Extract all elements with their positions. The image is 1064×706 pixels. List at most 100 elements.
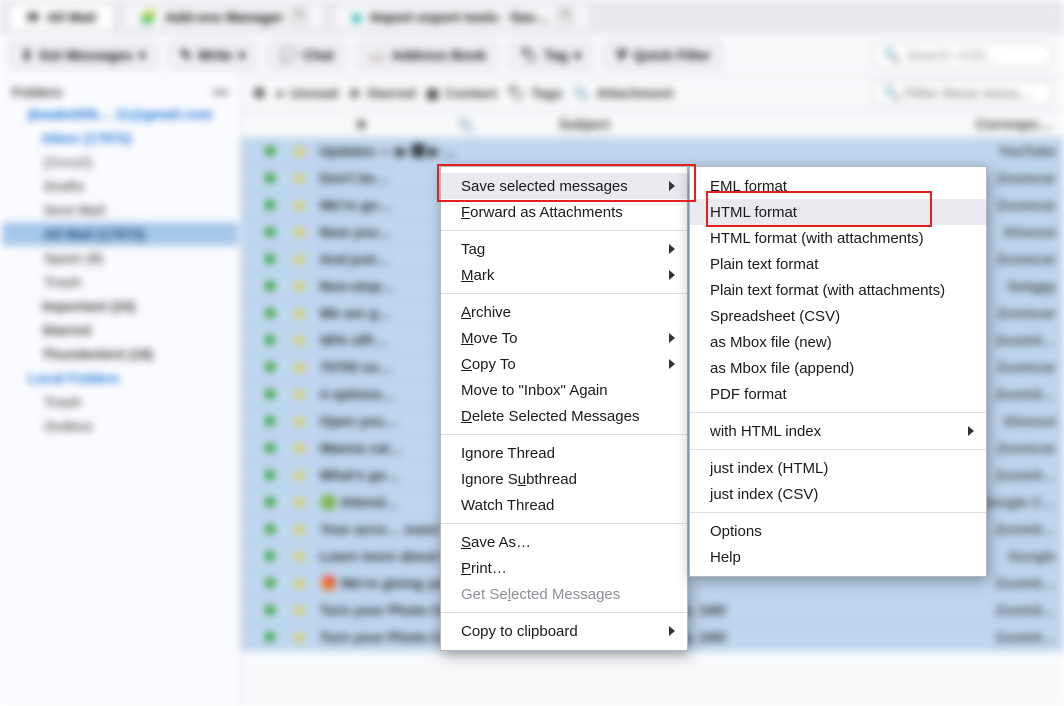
sidebar-inbox[interactable]: Inbox (17972) <box>2 126 238 150</box>
menu-print[interactable]: Print… <box>441 555 687 581</box>
sidebar-drafts[interactable]: Drafts <box>2 174 238 198</box>
diamond-icon: ◆ <box>351 9 362 26</box>
download-icon: ⬇ <box>21 47 33 64</box>
menu-watch-thread[interactable]: Watch Thread <box>441 492 687 518</box>
tab-label: All Mail <box>47 9 96 25</box>
sidebar-outbox[interactable]: Outbox <box>2 414 238 438</box>
filter-unread[interactable]: ● Unread <box>276 85 339 101</box>
chevron-right-icon <box>667 181 677 191</box>
sidebar-local-trash[interactable]: Trash <box>2 390 238 414</box>
filter-icon[interactable]: ⚙ <box>253 85 266 102</box>
menu-copy-clipboard[interactable]: Copy to clipboard <box>441 618 687 644</box>
submenu-html[interactable]: HTML format <box>690 199 986 225</box>
get-messages-button[interactable]: ⬇ Get Messages ▾ <box>10 42 157 69</box>
book-icon: 📖 <box>368 47 385 64</box>
chat-button[interactable]: 💬 Chat <box>268 42 345 69</box>
chevron-down-icon: ▾ <box>139 47 146 64</box>
submenu-help[interactable]: Help <box>690 544 986 570</box>
filter-attachment[interactable]: 📎 Attachment <box>573 85 673 102</box>
submenu-mbox-append[interactable]: as Mbox file (append) <box>690 355 986 381</box>
tab-label: Add-ons Manager <box>165 9 283 25</box>
menu-copy-to[interactable]: Copy To <box>441 351 687 377</box>
tab-label: Import export tools · Sav… <box>370 9 549 25</box>
column-headers: ★📎 Subject Correspo… <box>241 111 1064 138</box>
sidebar-starred[interactable]: Starred <box>2 318 238 342</box>
label: Chat <box>303 47 334 63</box>
sidebar-trash[interactable]: Trash <box>2 270 238 294</box>
filter-input[interactable]: 🔍 Filter these mess… <box>874 81 1052 105</box>
filter-tags[interactable]: 🏷 Tags <box>507 85 562 102</box>
label: Address Book <box>391 47 486 63</box>
col-category[interactable]: Correspo… <box>976 116 1052 132</box>
quick-filter-button[interactable]: ⧩ Quick Filter <box>604 42 722 69</box>
submenu-plain-text[interactable]: Plain text format <box>690 251 986 277</box>
close-icon[interactable]: × <box>557 9 573 25</box>
label: Get Messages <box>39 47 133 63</box>
menu-get-selected: Get Selected Messages <box>441 581 687 607</box>
submenu-just-index-csv[interactable]: just index (CSV) <box>690 481 986 507</box>
menu-tag[interactable]: Tag <box>441 236 687 262</box>
tab-all-mail[interactable]: ✉ All Mail <box>8 3 115 31</box>
tab-import-export[interactable]: ◆ Import export tools · Sav… × <box>332 3 592 31</box>
close-icon[interactable]: × <box>291 9 307 25</box>
puzzle-icon: 🧩 <box>140 9 157 26</box>
sidebar-thunderbird[interactable]: Thunderbird (18) <box>2 342 238 366</box>
table-row[interactable]: ★Updates — ▶ 🅾 ▶ ...YouTube <box>241 138 1064 165</box>
col-subject[interactable]: Subject <box>559 116 610 132</box>
menu-move-to[interactable]: Move To <box>441 325 687 351</box>
submenu-options[interactable]: Options <box>690 518 986 544</box>
search-icon: 🔍 <box>883 47 900 64</box>
menu-forward-attachments[interactable]: Forward as Attachments <box>441 199 687 225</box>
context-menu: Save selected messages Forward as Attach… <box>440 166 688 651</box>
filter-contact[interactable]: ▣ Contact <box>426 85 497 102</box>
save-format-submenu: EML format HTML format HTML format (with… <box>689 166 987 577</box>
submenu-plain-text-attachments[interactable]: Plain text format (with attachments) <box>690 277 986 303</box>
menu-delete-selected[interactable]: Delete Selected Messages <box>441 403 687 429</box>
filter-starred[interactable]: ★ Starred <box>348 85 416 102</box>
sidebar-all-mail[interactable]: All Mail (17972) <box>2 222 238 246</box>
placeholder: Search <Ctrl… <box>906 47 998 63</box>
address-book-button[interactable]: 📖 Address Book <box>357 42 497 69</box>
chevron-right-icon <box>667 270 677 280</box>
menu-save-as[interactable]: Save As… <box>441 529 687 555</box>
main-toolbar: ⬇ Get Messages ▾ ✎ Write ▾ 💬 Chat 📖 Addr… <box>0 34 1064 77</box>
tag-button[interactable]: 🏷 Tag ▾ <box>509 42 592 69</box>
sidebar-account[interactable]: jkwake009… 11@gmail.com <box>2 102 238 126</box>
submenu-csv[interactable]: Spreadsheet (CSV) <box>690 303 986 329</box>
tab-addons[interactable]: 🧩 Add-ons Manager × <box>121 3 327 31</box>
label: Quick Filter <box>634 47 711 63</box>
menu-ignore-thread[interactable]: Ignore Thread <box>441 440 687 466</box>
submenu-just-index-html[interactable]: just index (HTML) <box>690 455 986 481</box>
search-input[interactable]: 🔍 Search <Ctrl… <box>872 42 1054 68</box>
submenu-with-html-index[interactable]: with HTML index <box>690 418 986 444</box>
filter-bar: ⚙ ● Unread ★ Starred ▣ Contact 🏷 Tags 📎 … <box>241 76 1064 111</box>
envelope-icon: ✉ <box>27 9 39 26</box>
folders-label: Folders <box>12 84 63 100</box>
chevron-down-icon: ▾ <box>574 47 581 64</box>
tab-bar: ✉ All Mail 🧩 Add-ons Manager × ◆ Import … <box>0 0 1064 34</box>
menu-mark[interactable]: Mark <box>441 262 687 288</box>
chevron-right-icon <box>667 626 677 636</box>
menu-ignore-subthread[interactable]: Ignore Subthread <box>441 466 687 492</box>
sidebar-spam[interactable]: Spam (9) <box>2 246 238 270</box>
sidebar-gmail[interactable]: [Gmail] <box>2 150 238 174</box>
submenu-pdf[interactable]: PDF format <box>690 381 986 407</box>
write-button[interactable]: ✎ Write ▾ <box>169 42 257 69</box>
label: Tag <box>544 47 568 63</box>
submenu-eml[interactable]: EML format <box>690 173 986 199</box>
options-icon[interactable]: ••• <box>213 84 228 100</box>
menu-save-selected[interactable]: Save selected messages <box>441 173 687 199</box>
search-icon: 🔍 <box>883 85 900 102</box>
label: Write <box>198 47 233 63</box>
chevron-right-icon <box>966 426 976 436</box>
pencil-icon: ✎ <box>180 47 192 64</box>
menu-archive[interactable]: Archive <box>441 299 687 325</box>
funnel-icon: ⧩ <box>615 47 628 64</box>
menu-move-inbox-again[interactable]: Move to "Inbox" Again <box>441 377 687 403</box>
sidebar-sent[interactable]: Sent Mail <box>2 198 238 222</box>
sidebar-local-folders[interactable]: Local Folders <box>2 366 238 390</box>
submenu-mbox-new[interactable]: as Mbox file (new) <box>690 329 986 355</box>
submenu-html-attachments[interactable]: HTML format (with attachments) <box>690 225 986 251</box>
chevron-right-icon <box>667 359 677 369</box>
sidebar-important[interactable]: Important (24) <box>2 294 238 318</box>
